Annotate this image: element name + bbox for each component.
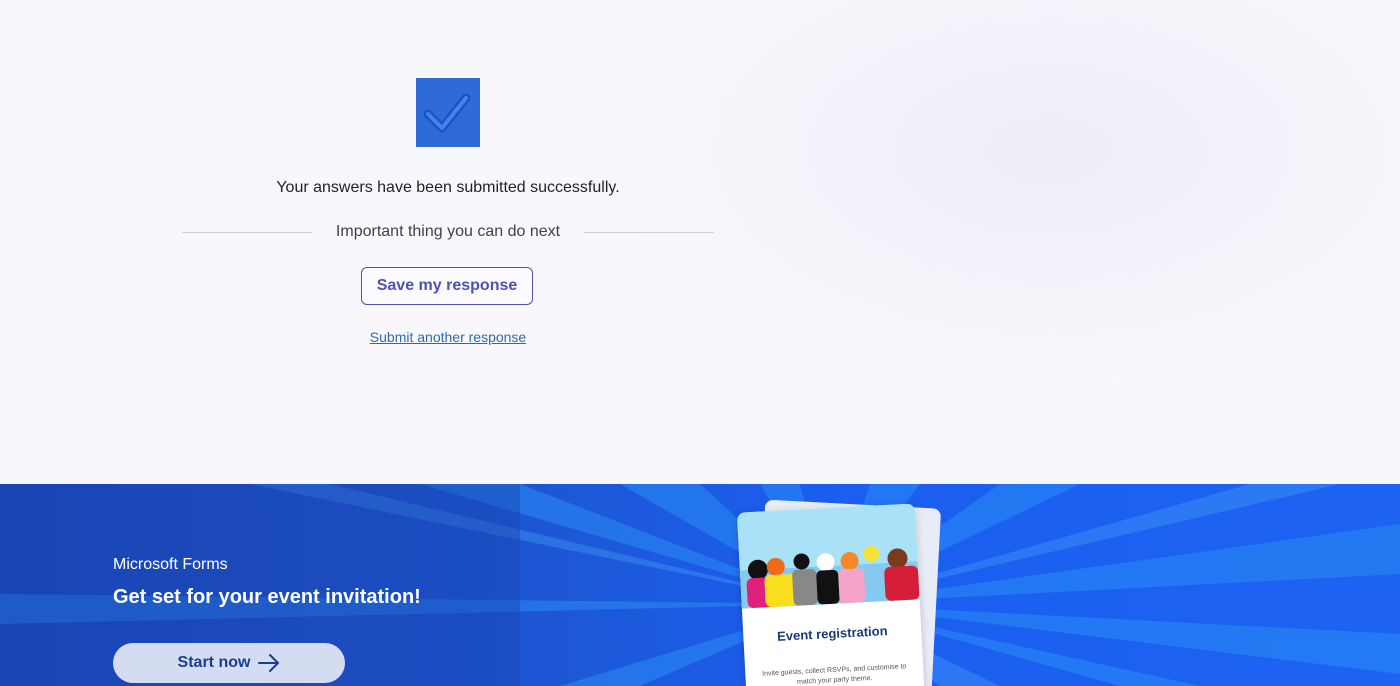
event-registration-card[interactable]: Event registration Invite guests, collec…: [736, 503, 926, 686]
promo-headline: Get set for your event invitation!: [113, 586, 421, 608]
divider-line-left: [182, 232, 312, 233]
confirmation-area: Your answers have been submitted success…: [0, 0, 1400, 484]
checkmark-icon: [416, 78, 480, 147]
start-now-button[interactable]: Start now: [113, 643, 345, 683]
card-description: Invite guests, collect RSVPs, and custom…: [761, 663, 907, 686]
next-steps-heading: Important thing you can do next: [335, 223, 561, 240]
people-illustration: [736, 503, 920, 609]
save-response-button[interactable]: Save my response: [361, 267, 533, 305]
submit-another-link[interactable]: Submit another response: [0, 329, 896, 345]
promo-banner: Microsoft Forms Get set for your event i…: [0, 484, 1400, 686]
arrow-right-icon: [258, 654, 280, 672]
next-steps-divider: Important thing you can do next: [182, 221, 714, 243]
start-now-label: Start now: [177, 654, 251, 671]
success-message: Your answers have been submitted success…: [276, 179, 620, 196]
card-title: Event registration: [776, 623, 888, 644]
brand-label: Microsoft Forms: [113, 556, 228, 573]
divider-line-right: [584, 232, 714, 233]
